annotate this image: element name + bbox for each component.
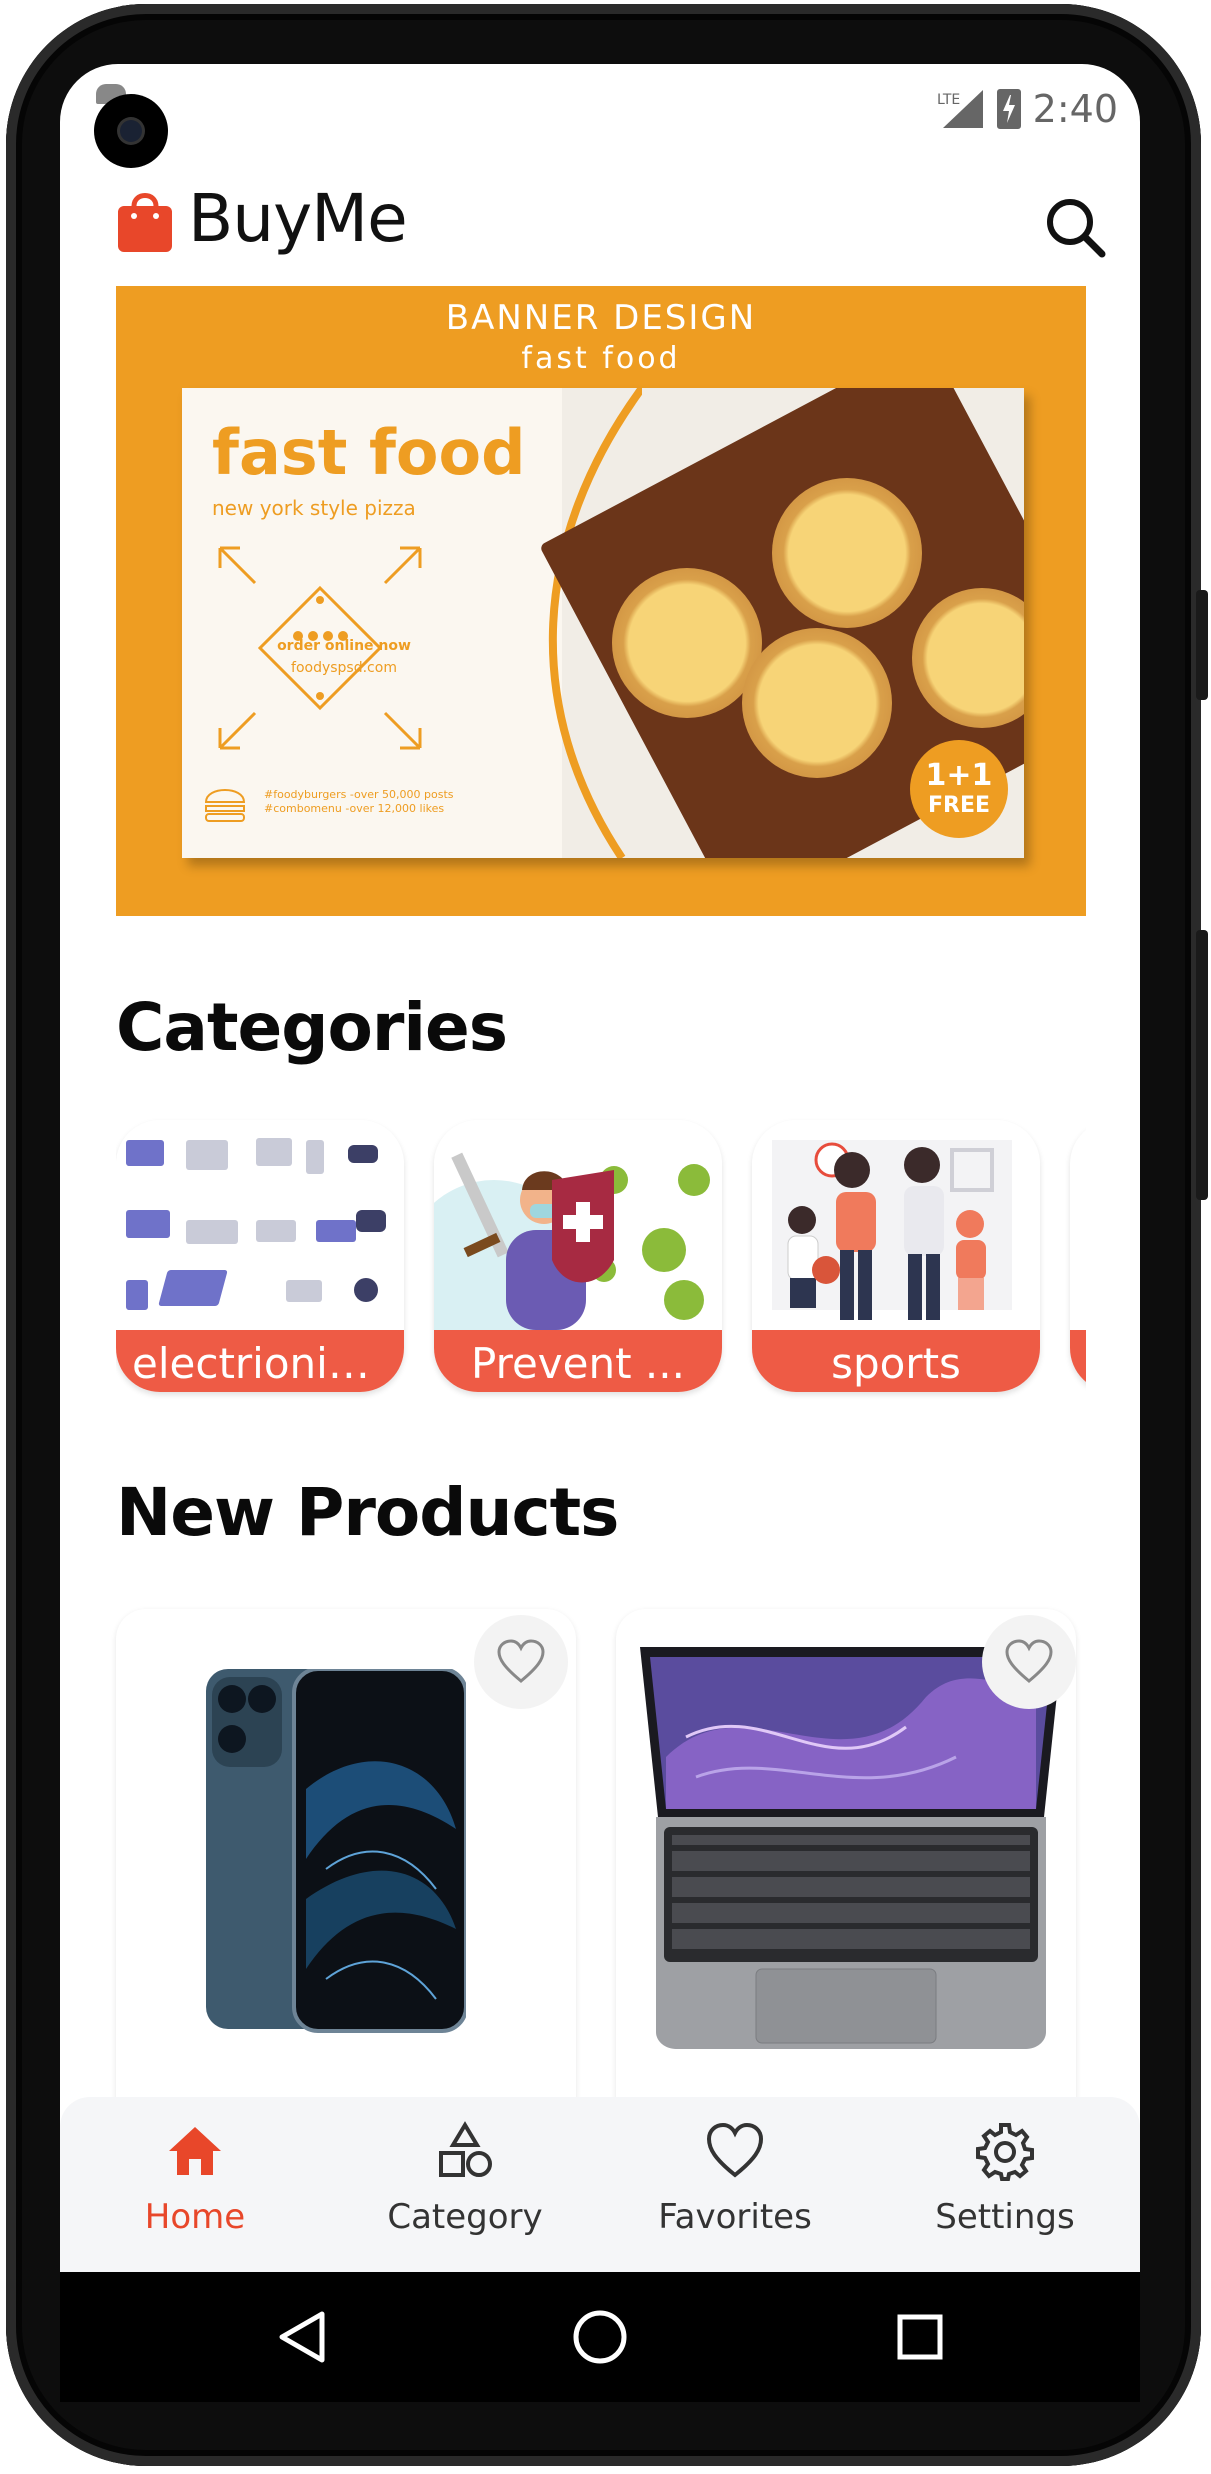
volume-button (1196, 930, 1208, 1200)
pizza-2 (772, 478, 922, 628)
category-label-bar (1070, 1330, 1086, 1392)
banner-order-text: order online now (277, 638, 411, 654)
shopping-bag-icon (116, 188, 174, 252)
banner-card-title: fast food (212, 416, 526, 489)
promo-banner[interactable]: BANNER DESIGN fast food fast food new yo… (116, 286, 1086, 916)
prevent-illustration (434, 1120, 722, 1330)
recents-square-icon[interactable] (880, 2272, 960, 2402)
svg-text:LTE: LTE (937, 92, 960, 108)
shapes-icon (439, 2121, 492, 2177)
smartphone-icon (206, 1669, 466, 2033)
status-bar: LTE 2:40 (60, 64, 1140, 168)
electronics-illustration (116, 1120, 404, 1330)
category-card-prevent[interactable]: Prevent ... (434, 1120, 722, 1392)
heart-icon (706, 2122, 764, 2178)
tab-favorites[interactable]: Favorites (600, 2097, 870, 2272)
app-title: BuyMe (188, 180, 408, 257)
favorite-button[interactable] (474, 1615, 568, 1709)
category-label: Prevent ... (471, 1339, 685, 1388)
burger-icon (204, 789, 246, 822)
power-button (1196, 590, 1208, 700)
banner-card: fast food new york style pizza order onl… (182, 388, 1024, 858)
system-navigation-bar (60, 2272, 1140, 2402)
bottom-navigation: Home Category Favorites Settings (60, 2097, 1140, 2272)
tab-home[interactable]: Home (60, 2097, 330, 2272)
categories-title: Categories (116, 989, 508, 1066)
tab-settings-label: Settings (935, 2197, 1075, 2237)
new-products-title: New Products (116, 1474, 619, 1551)
back-triangle-icon[interactable] (260, 2272, 340, 2402)
banner-card-subtitle: new york style pizza (212, 496, 416, 520)
categories-carousel[interactable]: electrionic... Prevent ... sports (116, 1114, 1086, 1404)
heart-outline-icon (497, 1639, 545, 1683)
home-icon (169, 2127, 221, 2175)
category-label: sports (831, 1339, 961, 1388)
signal-icon: LTE (935, 88, 985, 130)
sports-illustration (752, 1120, 1040, 1330)
category-card-electronics[interactable]: electrionic... (116, 1120, 404, 1392)
tab-category-label: Category (387, 2197, 543, 2237)
status-time: 2:40 (1032, 87, 1118, 131)
badge-top: 1+1 (925, 758, 993, 793)
favorite-button[interactable] (982, 1615, 1076, 1709)
tab-settings[interactable]: Settings (870, 2097, 1140, 2272)
battery-icon (996, 89, 1021, 129)
banner-site-text: foodyspsd.com (291, 660, 397, 676)
home-circle-icon[interactable] (560, 2272, 640, 2402)
banner-subheading: fast food (521, 341, 681, 376)
tab-category[interactable]: Category (330, 2097, 600, 2272)
category-card-next[interactable] (1070, 1120, 1086, 1392)
phone-frame: LTE 2:40 BuyMe BANNER DESIGN fast food f… (0, 0, 1211, 2474)
category-card-sports[interactable]: sports (752, 1120, 1040, 1392)
app-header: BuyMe (60, 154, 1140, 294)
banner-tag-1: #foodyburgers -over 50,000 posts (264, 788, 454, 801)
product-card-macbook[interactable] (616, 1609, 1076, 2169)
heart-outline-icon (1005, 1639, 1053, 1683)
product-card-iphone[interactable] (116, 1609, 576, 2169)
free-badge: 1+1 FREE (910, 740, 1008, 838)
category-label: electrionic... (132, 1339, 391, 1388)
banner-tag-2: #combomenu -over 12,000 likes (264, 802, 445, 815)
app-screen: LTE 2:40 BuyMe BANNER DESIGN fast food f… (60, 64, 1140, 2272)
tab-favorites-label: Favorites (658, 2197, 812, 2237)
badge-bottom: FREE (927, 793, 991, 818)
pizza-1 (612, 568, 762, 718)
tab-home-label: Home (144, 2197, 246, 2237)
new-products-list (116, 1609, 1100, 2169)
status-icons: LTE 2:40 (935, 74, 1118, 144)
gear-icon (976, 2123, 1034, 2181)
banner-heading: BANNER DESIGN (445, 298, 757, 338)
pizza-3 (742, 628, 892, 778)
banner-tags: #foodyburgers -over 50,000 posts #combom… (264, 788, 454, 816)
search-icon[interactable] (1040, 192, 1110, 262)
